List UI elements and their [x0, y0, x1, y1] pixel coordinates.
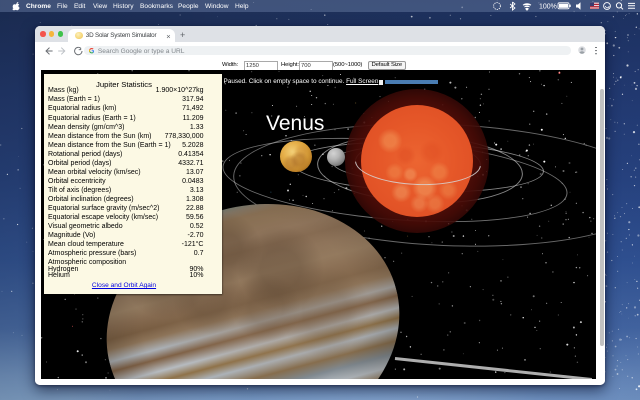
svg-text:100%: 100%	[539, 4, 557, 11]
